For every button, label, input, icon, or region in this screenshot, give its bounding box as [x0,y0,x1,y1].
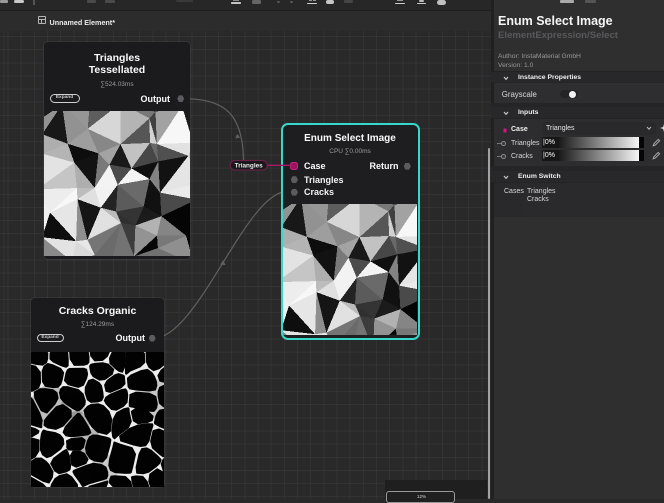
svg-text:Triangles: Triangles [235,163,264,170]
